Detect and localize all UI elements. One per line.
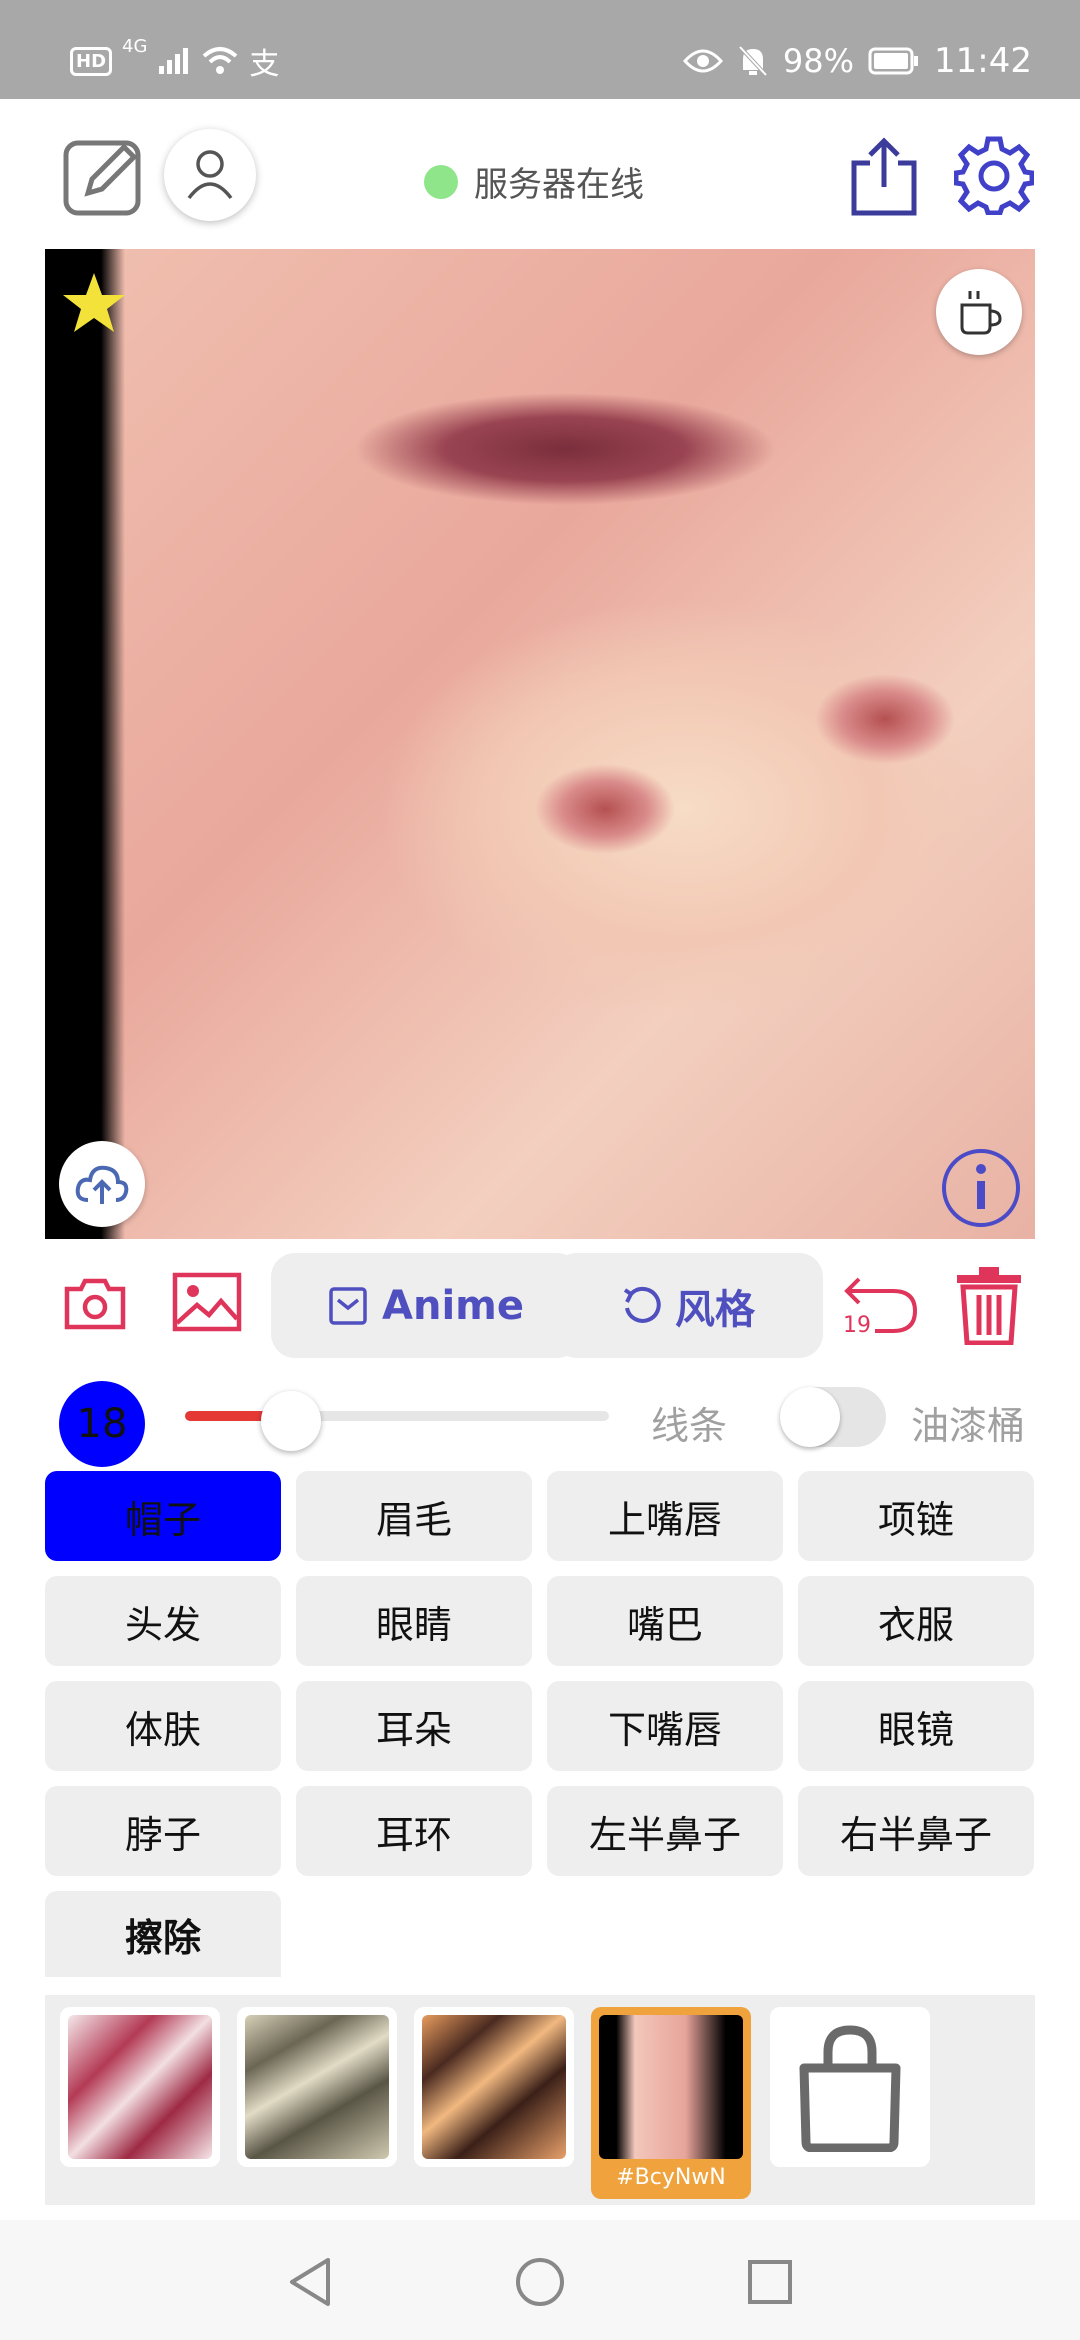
shopping-bag-icon bbox=[799, 2025, 901, 2152]
anime-button-label: Anime bbox=[382, 1282, 524, 1329]
part-chip-glasses[interactable]: 眼镜 bbox=[798, 1681, 1034, 1771]
style-thumbnail-selected[interactable]: #BcyNwN bbox=[591, 2007, 751, 2199]
battery-percent: 98% bbox=[782, 42, 855, 80]
part-chip-mouth[interactable]: 嘴巴 bbox=[547, 1576, 783, 1666]
wifi-icon bbox=[203, 47, 238, 74]
style-thumbnail-image bbox=[422, 2015, 566, 2159]
brush-size-slider[interactable] bbox=[185, 1411, 609, 1421]
part-chip-earring[interactable]: 耳环 bbox=[296, 1786, 532, 1876]
coffee-cup-icon bbox=[960, 291, 1002, 335]
battery-icon bbox=[868, 47, 919, 75]
recents-square-icon[interactable] bbox=[746, 2258, 794, 2306]
server-status-label: 服务器在线 bbox=[474, 165, 644, 205]
style-thumbnail-image bbox=[68, 2015, 212, 2159]
style-thumbnail-bar: #BcyNwN bbox=[45, 1995, 1035, 2205]
undo-button[interactable]: 19 bbox=[841, 1267, 921, 1347]
back-triangle-icon[interactable] bbox=[286, 2256, 334, 2308]
share-icon[interactable] bbox=[848, 135, 920, 217]
server-status: 服务器在线 bbox=[424, 157, 644, 206]
part-chip-neck[interactable]: 脖子 bbox=[45, 1786, 281, 1876]
brush-row: 18 线条 油漆桶 bbox=[45, 1375, 1035, 1467]
style-thumbnail-image bbox=[245, 2015, 389, 2159]
star-icon[interactable] bbox=[59, 269, 129, 339]
paint-bucket-label: 油漆桶 bbox=[911, 1404, 1026, 1448]
tool-row: Anime 风格 19 bbox=[45, 1253, 1035, 1358]
canvas-border-shadow bbox=[45, 249, 125, 1239]
cloud-upload-icon bbox=[75, 1165, 129, 1204]
signal-icon bbox=[159, 48, 189, 74]
status-bar: HD 4G 支 98% 11:42 bbox=[0, 0, 1080, 99]
refresh-icon bbox=[623, 1286, 661, 1323]
network-label: 4G bbox=[122, 36, 148, 57]
style-button-label: 风格 bbox=[675, 1286, 755, 1333]
style-thumbnail[interactable] bbox=[414, 2007, 574, 2167]
top-bar: 服务器在线 bbox=[0, 99, 1080, 249]
camera-icon[interactable] bbox=[63, 1275, 127, 1331]
part-chip-necklace[interactable]: 项链 bbox=[798, 1471, 1034, 1561]
style-thumbnail[interactable] bbox=[60, 2007, 220, 2167]
checkbox-icon bbox=[329, 1286, 367, 1325]
edit-square-icon[interactable] bbox=[62, 133, 146, 217]
part-chip-skin[interactable]: 体肤 bbox=[45, 1681, 281, 1771]
paint-bucket-toggle-knob bbox=[780, 1387, 840, 1447]
part-chip-ears[interactable]: 耳朵 bbox=[296, 1681, 532, 1771]
selected-style-tag: #BcyNwN bbox=[616, 2165, 726, 2190]
alipay-icon: 支 bbox=[249, 47, 280, 82]
clock: 11:42 bbox=[934, 41, 1032, 81]
part-chip-eyebrow[interactable]: 眉毛 bbox=[296, 1471, 532, 1561]
mute-bell-icon bbox=[738, 45, 768, 77]
user-icon bbox=[187, 150, 233, 200]
erase-button[interactable]: 擦除 bbox=[45, 1891, 281, 1977]
brush-size-slider-thumb[interactable] bbox=[261, 1391, 321, 1451]
server-status-dot bbox=[424, 164, 458, 199]
style-button[interactable]: 风格 bbox=[553, 1253, 823, 1358]
part-chip-upper-lip[interactable]: 上嘴唇 bbox=[547, 1471, 783, 1561]
eye-icon bbox=[682, 49, 723, 73]
status-right: 98% 11:42 bbox=[682, 36, 1032, 86]
brush-size-badge: 18 bbox=[59, 1381, 145, 1467]
style-thumbnail-image bbox=[599, 2015, 743, 2159]
line-label: 线条 bbox=[651, 1404, 728, 1448]
part-chip-lower-lip[interactable]: 下嘴唇 bbox=[547, 1681, 783, 1771]
part-chip-left-nose[interactable]: 左半鼻子 bbox=[547, 1786, 783, 1876]
settings-gear-icon[interactable] bbox=[954, 135, 1034, 215]
anime-button[interactable]: Anime bbox=[271, 1253, 581, 1358]
style-store-button[interactable] bbox=[770, 2007, 930, 2167]
upload-button[interactable] bbox=[59, 1141, 145, 1227]
paint-bucket-toggle[interactable] bbox=[780, 1387, 886, 1447]
system-nav-bar bbox=[0, 2220, 1080, 2340]
info-icon[interactable] bbox=[940, 1147, 1022, 1229]
user-avatar-button[interactable] bbox=[164, 129, 256, 221]
undo-count: 19 bbox=[843, 1313, 871, 1338]
hd-badge: HD bbox=[70, 46, 113, 76]
trash-icon[interactable] bbox=[953, 1265, 1025, 1345]
style-thumbnail[interactable] bbox=[237, 2007, 397, 2167]
part-chip-right-nose[interactable]: 右半鼻子 bbox=[798, 1786, 1034, 1876]
part-chip-clothes[interactable]: 衣服 bbox=[798, 1576, 1034, 1666]
image-canvas[interactable] bbox=[45, 249, 1035, 1239]
part-chip-hair[interactable]: 头发 bbox=[45, 1576, 281, 1666]
part-chip-hat[interactable]: 帽子 bbox=[45, 1471, 281, 1561]
home-circle-icon[interactable] bbox=[514, 2256, 566, 2308]
image-icon[interactable] bbox=[171, 1271, 243, 1333]
coffee-button[interactable] bbox=[936, 269, 1022, 355]
status-left: HD 4G 支 bbox=[70, 36, 279, 86]
part-chip-eyes[interactable]: 眼睛 bbox=[296, 1576, 532, 1666]
